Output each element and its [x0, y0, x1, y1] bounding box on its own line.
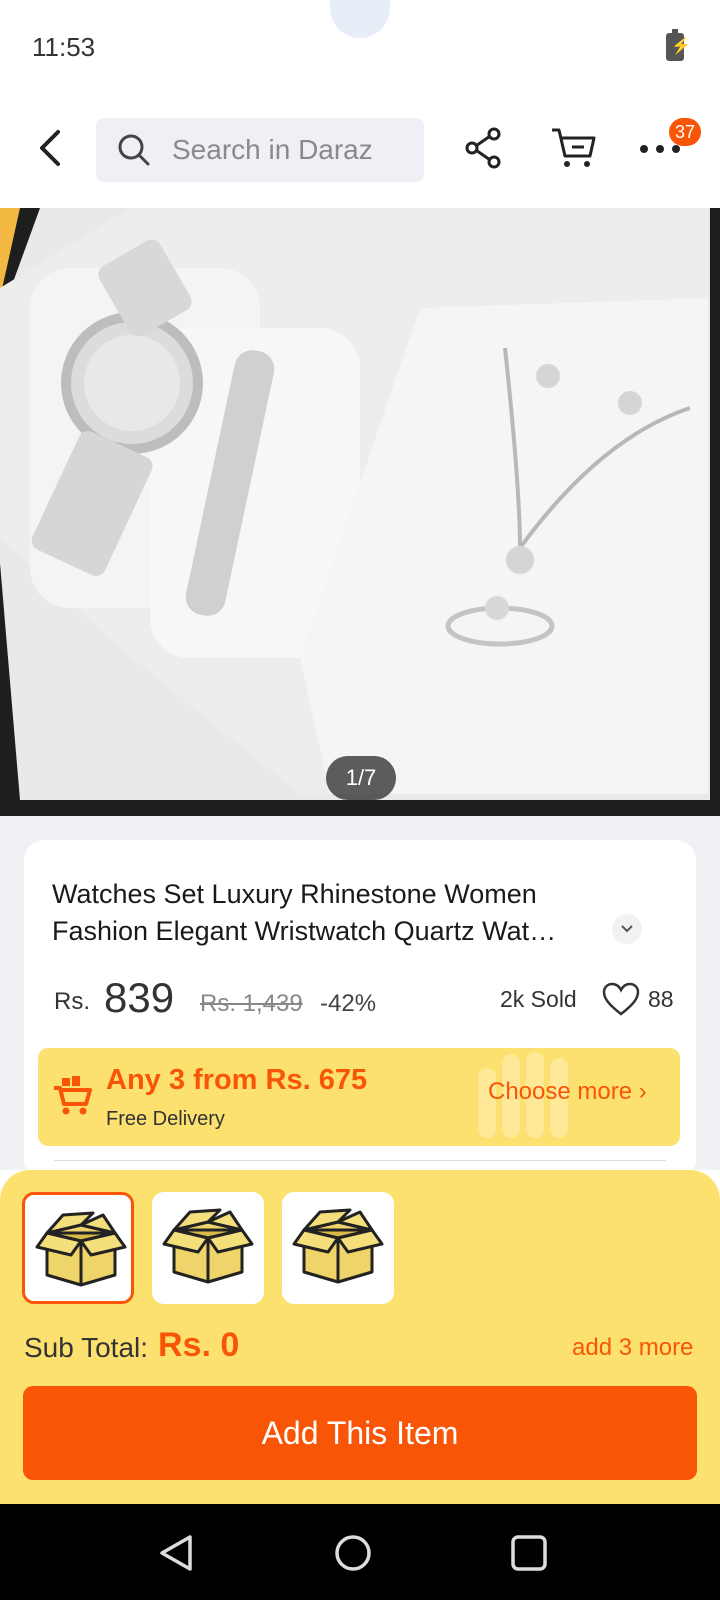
add-more-hint: add 3 more — [572, 1334, 694, 1361]
bundle-bottom-sheet: Sub Total: Rs. 0 add 3 more Add This Ite… — [0, 1170, 720, 1504]
subtotal-label: Sub Total: — [24, 1332, 149, 1363]
discount-percent: -42% — [320, 990, 377, 1017]
search-bar[interactable] — [96, 118, 424, 182]
wishlist-count: 88 — [648, 986, 674, 1012]
subtotal-value: Rs. 0 — [158, 1326, 240, 1364]
top-bar: 37 — [0, 96, 720, 208]
choose-more-link[interactable]: Choose more › — [488, 1078, 647, 1106]
back-arrow-icon — [40, 130, 60, 166]
choose-more-label: Choose more — [488, 1078, 633, 1105]
nav-home-icon[interactable] — [334, 1534, 372, 1572]
product-price: 839 — [104, 974, 175, 1021]
box-icon — [35, 1211, 127, 1287]
product-info-card: Watches Set Luxury Rhinestone Women Fash… — [24, 840, 696, 1180]
nav-recents-icon[interactable] — [510, 1534, 548, 1572]
wishlist-heart-icon[interactable] — [602, 982, 640, 1018]
nav-back-icon[interactable] — [158, 1534, 194, 1572]
bundle-slot-1[interactable] — [22, 1192, 134, 1304]
chevron-down-icon — [621, 925, 633, 933]
bundle-promo-banner[interactable]: Any 3 from Rs. 675 Free Delivery Choose … — [38, 1048, 680, 1146]
product-photo — [0, 208, 720, 816]
status-bar: 11:53 ⚡ — [0, 0, 720, 96]
price-currency: Rs. — [54, 988, 90, 1015]
add-this-item-button[interactable]: Add This Item — [23, 1386, 697, 1480]
bundle-cart-icon — [54, 1076, 92, 1115]
bundle-slot-2[interactable] — [152, 1192, 264, 1304]
share-icon[interactable] — [464, 126, 504, 170]
chevron-right-icon: › — [638, 1078, 647, 1105]
search-icon — [118, 134, 150, 166]
bundle-slot-3[interactable] — [282, 1192, 394, 1304]
back-button[interactable] — [34, 126, 70, 170]
product-image-gallery[interactable]: 1/7 — [0, 208, 720, 816]
product-title: Watches Set Luxury Rhinestone Women Fash… — [52, 879, 557, 946]
product-info-section: Watches Set Luxury Rhinestone Women Fash… — [0, 816, 720, 1180]
original-price: Rs. 1,439 — [200, 990, 303, 1017]
image-counter: 1/7 — [326, 756, 396, 800]
cart-icon[interactable] — [550, 126, 596, 170]
camera-notch — [330, 0, 390, 38]
sold-count: 2k Sold — [500, 986, 577, 1012]
cart-count-badge: 37 — [669, 118, 701, 146]
expand-title-button[interactable] — [612, 914, 642, 944]
divider — [54, 1160, 666, 1161]
search-input[interactable] — [172, 130, 402, 170]
promo-headline: Any 3 from Rs. 675 — [106, 1064, 368, 1096]
battery-icon: ⚡ — [666, 29, 691, 61]
box-icon — [292, 1208, 384, 1284]
promo-subline: Free Delivery — [106, 1108, 225, 1130]
status-time: 11:53 — [32, 32, 96, 62]
box-icon — [162, 1208, 254, 1284]
system-navigation-bar — [0, 1504, 720, 1600]
